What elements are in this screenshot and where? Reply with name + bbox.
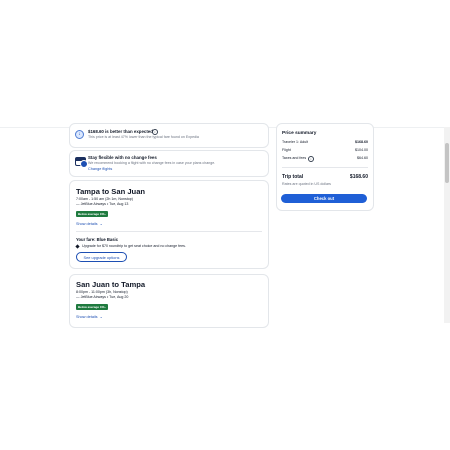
show-details-link[interactable]: Show details ⌄	[76, 221, 103, 226]
divider	[76, 231, 262, 232]
trip-total-value: $168.60	[349, 174, 368, 180]
outbound-airline-date: — JetBlue Airways • Tue, Aug 13	[76, 202, 129, 206]
taxes-label: Taxes and fees	[282, 156, 307, 160]
taxes-value: $64.60	[357, 156, 368, 160]
show-details-label: Show details	[76, 222, 98, 226]
trip-total-label: Trip total	[282, 174, 304, 180]
flight-value: $104.00	[355, 148, 368, 152]
flexible-card: Stay flexible with no change fees We rec…	[69, 150, 269, 177]
arrow-down-icon: ↓	[75, 130, 84, 139]
tag-icon	[75, 244, 80, 249]
price-insight-title: $168.60 is better than expected	[88, 129, 153, 134]
flexible-subtitle: We recommend booking a flight with no ch…	[88, 161, 216, 165]
traveler-label: Traveler 1: Adult	[282, 140, 309, 144]
flexible-title: Stay flexible with no change fees	[88, 155, 157, 160]
outbound-times: 7:00am - 1:50 am (2h 1m, Nonstop)	[76, 197, 133, 201]
show-details-link[interactable]: Show details ⌄	[76, 314, 103, 319]
price-insight-card: ↓ $168.60 is better than expected i This…	[69, 123, 269, 148]
return-times: 8:00pm - 11:00pm (3h, Nonstop)	[76, 290, 128, 294]
fare-label: Your fare: Blue Basic	[76, 237, 119, 242]
chevron-down-icon: ⌄	[99, 315, 103, 319]
change-flights-link[interactable]: Change flights	[88, 167, 112, 171]
divider	[282, 167, 368, 168]
price-insight-subtitle: This price is at least 47% lower than th…	[88, 135, 199, 139]
return-flight-card: San Juan to Tampa 8:00pm - 11:00pm (3h, …	[69, 274, 269, 328]
upgrade-note: Upgrade for $70 roundtrip to get seat ch…	[82, 244, 186, 248]
chevron-down-icon: ⌄	[99, 222, 103, 226]
co2-badge: Below average CO₂	[76, 211, 108, 217]
return-route-title: San Juan to Tampa	[76, 280, 146, 289]
traveler-value: $168.60	[355, 140, 368, 144]
co2-badge: Below average CO₂	[76, 304, 108, 310]
scrollbar-thumb[interactable]	[445, 143, 449, 183]
outbound-flight-card: Tampa to San Juan 7:00am - 1:50 am (2h 1…	[69, 180, 269, 269]
price-summary-title: Price summary	[282, 131, 317, 136]
flight-label: Flight	[282, 148, 291, 152]
info-icon[interactable]: i	[308, 156, 314, 162]
check-out-button[interactable]: Check out	[281, 194, 367, 203]
outbound-route-title: Tampa to San Juan	[76, 187, 146, 196]
calendar-icon	[75, 157, 88, 168]
show-details-label: Show details	[76, 315, 98, 319]
currency-note: Rates are quoted in US dollars	[282, 182, 331, 186]
see-upgrade-options-button[interactable]: See upgrade options	[76, 252, 127, 262]
return-airline-date: — JetBlue Airways • Tue, Aug 20	[76, 295, 129, 299]
